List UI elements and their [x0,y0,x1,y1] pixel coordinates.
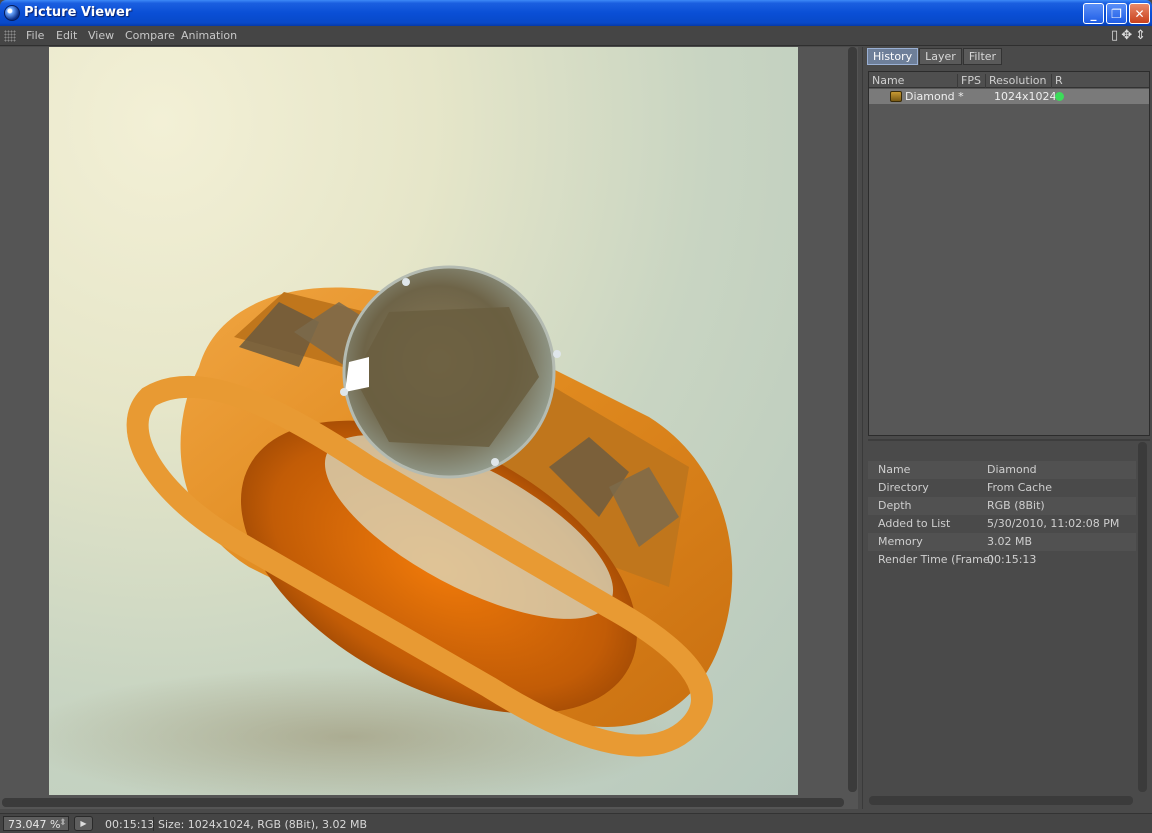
info-row: Name Diamond [868,461,1136,479]
list-header: Name FPS Resolution R [869,72,1149,88]
info-label: Depth [878,499,912,512]
rendered-image [49,47,798,795]
window-title: Picture Viewer [24,5,132,20]
status-time: 00:15:13 [105,818,155,831]
tab-history[interactable]: History [867,48,919,65]
info-value: RGB (8Bit) [987,499,1045,512]
tab-filter[interactable]: Filter [962,48,1003,65]
play-button[interactable]: ▶ [74,816,93,831]
move-icon[interactable]: ✥ [1121,28,1132,43]
status-info: Size: 1024x1024, RGB (8Bit), 3.02 MB [158,818,367,831]
right-panel: History Layer Filter Name FPS Resolution… [862,47,1152,809]
spinner-arrows-icon[interactable]: ⬍ [59,818,67,828]
list-item[interactable]: Diamond * 1024x1024 [869,89,1149,104]
row-resolution: 1024x1024 [994,90,1057,103]
column-fps[interactable]: FPS [957,74,985,88]
tab-layer[interactable]: Layer [919,48,962,65]
menu-file[interactable]: File [26,29,44,42]
info-label: Directory [878,481,929,494]
title-bar[interactable]: Picture Viewer _ ❐ ✕ [0,0,1152,26]
info-row: Depth RGB (8Bit) [868,497,1136,515]
history-list[interactable]: Name FPS Resolution R Diamond * 1024x102… [868,71,1150,436]
info-row: Render Time (Frame) 00:15:13 [868,551,1136,569]
menu-animation[interactable]: Animation [181,29,237,42]
row-name: Diamond * [905,90,964,103]
panel-divider[interactable] [868,439,1150,441]
grip-handle-icon[interactable] [4,30,16,42]
menu-view[interactable]: View [88,29,114,42]
info-row: Added to List 5/30/2010, 11:02:08 PM [868,515,1136,533]
panel-vertical-scrollbar[interactable] [1138,442,1147,792]
ring-render-illustration [49,265,733,795]
status-bar: 73.047 % ⬍ ▶ 00:15:13 Size: 1024x1024, R… [0,813,1152,833]
image-thumbnail-icon [890,91,902,102]
info-label: Added to List [878,517,951,530]
column-resolution[interactable]: Resolution [985,74,1051,88]
info-label: Memory [878,535,923,548]
menubar-tools: ▯ ✥ ⇕ [1111,28,1146,43]
info-label: Name [878,463,911,476]
column-r[interactable]: R [1051,74,1149,88]
info-value: Diamond [987,463,1037,476]
menu-bar: File Edit View Compare Animation ▯ ✥ ⇕ [0,26,1152,46]
info-table: Name Diamond Directory From Cache Depth … [868,461,1136,569]
maximize-button[interactable]: ❐ [1106,3,1127,24]
status-separator [153,817,154,831]
info-label: Render Time (Frame) [878,553,994,566]
info-value: 00:15:13 [987,553,1037,566]
info-value: 5/30/2010, 11:02:08 PM [987,517,1120,530]
cinema4d-sphere-icon [4,5,20,21]
info-value: From Cache [987,481,1052,494]
zoom-value: 73.047 % [8,818,61,831]
layout-panel-icon[interactable]: ▯ [1111,28,1118,43]
info-value: 3.02 MB [987,535,1033,548]
panel-tabs: History Layer Filter [867,48,1003,65]
render-status-dot-icon [1055,92,1064,101]
scroll-arrows-icon[interactable]: ⇕ [1135,28,1146,43]
info-row: Memory 3.02 MB [868,533,1136,551]
info-row: Directory From Cache [868,479,1136,497]
minimize-button[interactable]: _ [1083,3,1104,24]
close-button[interactable]: ✕ [1129,3,1150,24]
column-name[interactable]: Name [869,74,957,88]
menu-edit[interactable]: Edit [56,29,77,42]
viewport-vertical-scrollbar[interactable] [848,47,857,792]
zoom-input[interactable]: 73.047 % ⬍ [3,816,69,831]
panel-horizontal-scrollbar[interactable] [869,796,1133,805]
image-viewport[interactable] [0,47,858,809]
viewport-horizontal-scrollbar[interactable] [2,798,844,807]
menu-compare[interactable]: Compare [125,29,175,42]
